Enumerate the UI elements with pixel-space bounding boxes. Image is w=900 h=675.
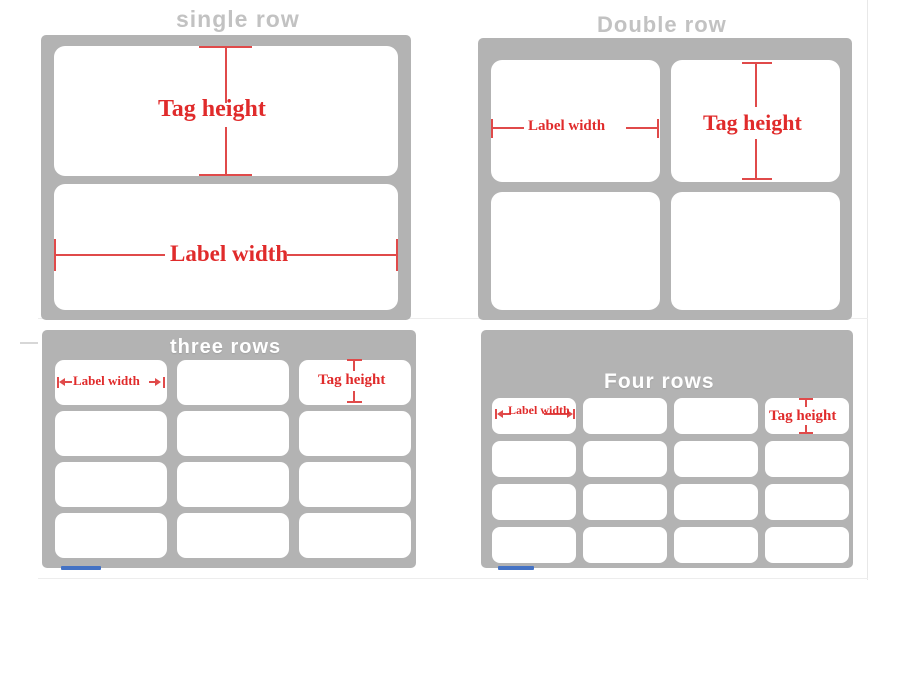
tag-height-label: Tag height: [703, 110, 802, 135]
tag-height-label: Tag height: [318, 372, 386, 388]
label-cell[interactable]: [299, 513, 411, 558]
panel-title-three-rows: three rows: [170, 336, 282, 358]
label-width-cap-right: [657, 119, 659, 138]
label-width-label: Label width: [508, 403, 570, 417]
label-cell[interactable]: [765, 441, 849, 477]
label-cell[interactable]: [674, 398, 758, 434]
label-width-label: Label width: [73, 373, 140, 388]
tag-height-label: Tag height: [158, 96, 266, 122]
panel-title-four-rows: Four rows: [604, 370, 715, 393]
tag-height-rule-top: [755, 62, 757, 107]
label-width-label: Label width: [528, 118, 606, 134]
tag-height-cap-bottom: [199, 174, 252, 176]
label-cell[interactable]: [177, 462, 289, 507]
panel-title-single-row: single row: [176, 6, 300, 32]
tag-height-cap-top: [742, 62, 772, 64]
selection-marker-three-rows[interactable]: [61, 566, 101, 570]
tag-height-rule-top: [225, 46, 227, 103]
label-width-rule-left: [64, 381, 72, 383]
tag-height-cap-bottom: [347, 401, 362, 403]
tag-height-label: Tag height: [769, 408, 837, 424]
tag-height-rule-bottom: [225, 127, 227, 176]
label-cell[interactable]: [177, 513, 289, 558]
tag-height-cap-bottom: [742, 178, 772, 180]
label-cell[interactable]: [177, 360, 289, 405]
label-cell[interactable]: [674, 484, 758, 520]
label-width-label: Label width: [170, 241, 289, 266]
tag-height-rule-top: [805, 398, 807, 407]
page-bottom-rule: [38, 578, 868, 579]
label-cell[interactable]: [492, 527, 576, 563]
label-cell[interactable]: [492, 484, 576, 520]
label-width-rule-left: [491, 127, 524, 129]
label-cell[interactable]: [671, 192, 840, 310]
label-width-cap-right: [573, 409, 575, 419]
selection-marker-four-rows[interactable]: [498, 566, 534, 570]
label-cell[interactable]: [177, 411, 289, 456]
label-cell[interactable]: [674, 527, 758, 563]
label-width-rule-left: [54, 254, 165, 256]
label-layout-diagram: single row Tag height Label width Double…: [0, 0, 900, 675]
label-cell[interactable]: [583, 441, 667, 477]
label-cell[interactable]: [674, 441, 758, 477]
label-cell[interactable]: [583, 484, 667, 520]
label-cell[interactable]: [55, 513, 167, 558]
tag-height-rule-bottom: [755, 139, 757, 179]
tag-height-rule-top: [353, 359, 355, 371]
label-width-arrow-right-icon: [155, 378, 161, 386]
label-width-rule-right: [626, 127, 659, 129]
label-width-cap-right: [396, 239, 398, 271]
label-cell[interactable]: [765, 484, 849, 520]
label-cell[interactable]: [55, 462, 167, 507]
label-cell[interactable]: [299, 411, 411, 456]
label-width-cap-right: [163, 377, 165, 388]
label-cell[interactable]: [492, 441, 576, 477]
page-tick-left: [20, 342, 38, 344]
label-cell[interactable]: [299, 462, 411, 507]
tag-height-cap-bottom: [799, 432, 813, 434]
label-cell[interactable]: [765, 527, 849, 563]
label-cell[interactable]: [55, 411, 167, 456]
label-cell[interactable]: [583, 527, 667, 563]
label-width-rule-right: [287, 254, 398, 256]
label-cell[interactable]: [491, 192, 660, 310]
label-cell[interactable]: [583, 398, 667, 434]
panel-title-double-row: Double row: [597, 12, 727, 37]
